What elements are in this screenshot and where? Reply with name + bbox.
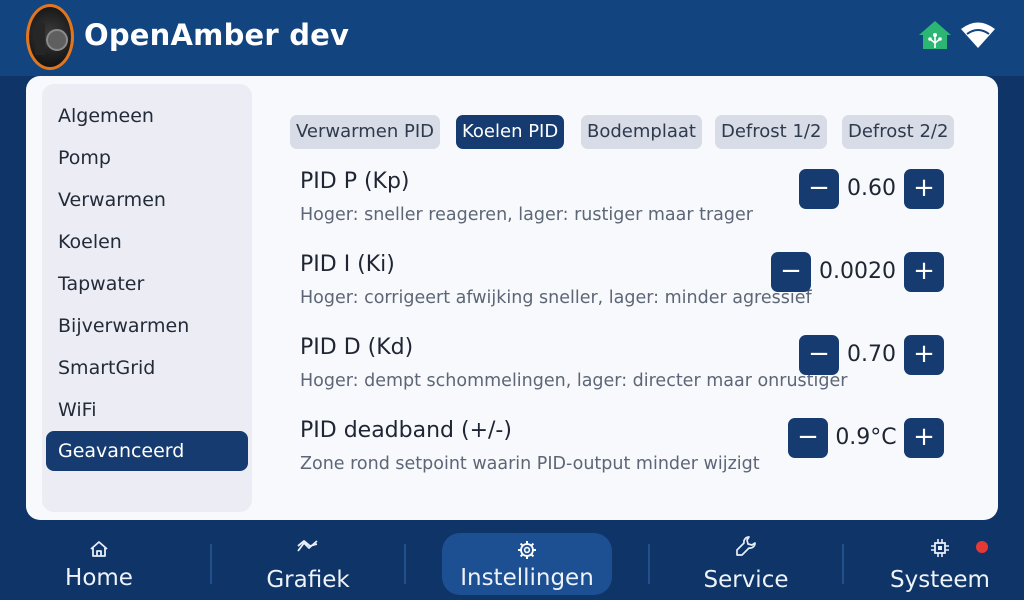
nav-home[interactable]: Home bbox=[24, 520, 174, 600]
decrement-button[interactable]: − bbox=[788, 418, 828, 458]
home-assistant-icon[interactable] bbox=[918, 20, 952, 50]
pid-deadband-stepper: − 0.9°C + bbox=[788, 418, 944, 458]
setting-description: Hoger: dempt schommelingen, lager: direc… bbox=[300, 371, 848, 391]
chart-icon bbox=[297, 540, 318, 552]
chip-icon bbox=[931, 539, 949, 557]
nav-label: Service bbox=[703, 567, 789, 593]
wrench-icon bbox=[736, 536, 756, 556]
decrement-button[interactable]: − bbox=[771, 252, 811, 292]
setting-label: PID D (Kd) bbox=[300, 335, 414, 360]
decrement-button[interactable]: − bbox=[799, 169, 839, 209]
nav-label: Grafiek bbox=[266, 567, 350, 593]
sidebar-item-geavanceerd[interactable]: Geavanceerd bbox=[46, 431, 248, 471]
sidebar-item-pomp[interactable]: Pomp bbox=[46, 138, 248, 178]
nav-grafiek[interactable]: Grafiek bbox=[232, 520, 384, 600]
setting-description: Zone rond setpoint waarin PID-output min… bbox=[300, 454, 760, 474]
sidebar-item-koelen[interactable]: Koelen bbox=[46, 222, 248, 262]
sidebar-item-wifi[interactable]: WiFi bbox=[46, 390, 248, 430]
nav-label: Home bbox=[65, 565, 133, 591]
sidebar-item-bijverwarmen[interactable]: Bijverwarmen bbox=[46, 306, 248, 346]
tab-koelen-pid[interactable]: Koelen PID bbox=[456, 115, 565, 149]
tab-defrost-1[interactable]: Defrost 1/2 bbox=[715, 115, 828, 149]
alert-indicator bbox=[976, 541, 988, 553]
setting-description: Hoger: corrigeert afwijking sneller, lag… bbox=[300, 288, 812, 308]
app-header: OpenAmber dev bbox=[0, 0, 1024, 76]
nav-instellingen[interactable]: Instellingen bbox=[442, 520, 612, 600]
pid-i-value: 0.0020 bbox=[819, 259, 896, 284]
pid-d-value: 0.70 bbox=[847, 342, 896, 367]
setting-description: Hoger: sneller reageren, lager: rustiger… bbox=[300, 205, 753, 225]
bottom-nav: Home Grafiek Instellingen Service Systee… bbox=[0, 520, 1024, 600]
increment-button[interactable]: + bbox=[904, 252, 944, 292]
pid-i-stepper: − 0.0020 + bbox=[771, 252, 944, 292]
logo-icon bbox=[26, 4, 74, 70]
pid-d-stepper: − 0.70 + bbox=[799, 335, 944, 375]
pid-p-stepper: − 0.60 + bbox=[799, 169, 944, 209]
increment-button[interactable]: + bbox=[904, 335, 944, 375]
settings-card: Algemeen Pomp Verwarmen Koelen Tapwater … bbox=[26, 76, 998, 520]
sidebar-item-tapwater[interactable]: Tapwater bbox=[46, 264, 248, 304]
tab-bodemplaat[interactable]: Bodemplaat bbox=[581, 115, 702, 149]
app-title: OpenAmber dev bbox=[84, 18, 350, 52]
decrement-button[interactable]: − bbox=[799, 335, 839, 375]
tab-defrost-2[interactable]: Defrost 2/2 bbox=[842, 115, 955, 149]
sidebar-item-algemeen[interactable]: Algemeen bbox=[46, 96, 248, 136]
sidebar-item-smartgrid[interactable]: SmartGrid bbox=[46, 348, 248, 388]
tab-verwarmen-pid[interactable]: Verwarmen PID bbox=[290, 115, 440, 149]
settings-sidebar: Algemeen Pomp Verwarmen Koelen Tapwater … bbox=[42, 84, 252, 512]
pid-deadband-value: 0.9°C bbox=[835, 425, 897, 450]
setting-label: PID deadband (+/-) bbox=[300, 418, 512, 443]
nav-systeem[interactable]: Systeem bbox=[864, 520, 1016, 600]
nav-label: Instellingen bbox=[460, 565, 594, 591]
sidebar-item-verwarmen[interactable]: Verwarmen bbox=[46, 180, 248, 220]
increment-button[interactable]: + bbox=[904, 169, 944, 209]
nav-service[interactable]: Service bbox=[670, 520, 822, 600]
pid-p-value: 0.60 bbox=[847, 176, 896, 201]
increment-button[interactable]: + bbox=[904, 418, 944, 458]
setting-label: PID I (Ki) bbox=[300, 252, 395, 277]
setting-label: PID P (Kp) bbox=[300, 169, 410, 194]
wifi-icon[interactable] bbox=[960, 20, 996, 50]
home-icon bbox=[90, 541, 108, 557]
gear-icon bbox=[518, 541, 536, 559]
nav-label: Systeem bbox=[890, 567, 990, 593]
